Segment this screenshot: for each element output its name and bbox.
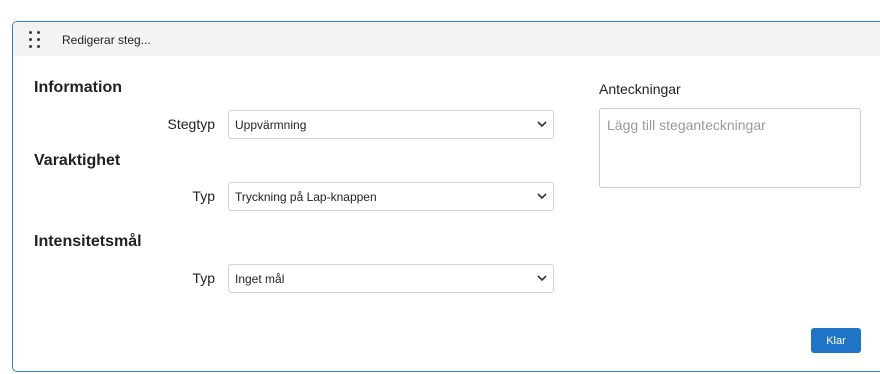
intensity-type-value: Inget mål (235, 272, 285, 286)
done-button[interactable]: Klar (811, 328, 861, 353)
duration-type-value: Tryckning på Lap-knappen (235, 190, 377, 204)
intensity-type-select[interactable]: Inget mål (228, 264, 554, 293)
header-title: Redigerar steg... (62, 33, 151, 47)
notes-label: Anteckningar (599, 81, 681, 97)
step-type-value: Uppvärmning (235, 118, 307, 132)
drag-handle-icon[interactable] (29, 31, 43, 49)
duration-type-label: Typ (192, 188, 215, 204)
step-type-select[interactable]: Uppvärmning (228, 110, 554, 139)
section-heading-intensity: Intensitetsmål (34, 233, 142, 250)
step-editor-panel: Redigerar steg... Information Stegtyp Up… (12, 21, 880, 372)
chevron-down-icon (537, 121, 547, 128)
chevron-down-icon (537, 193, 547, 200)
step-type-label: Stegtyp (167, 116, 215, 132)
section-heading-information: Information (34, 79, 122, 96)
section-heading-duration: Varaktighet (34, 152, 121, 169)
duration-type-select[interactable]: Tryckning på Lap-knappen (228, 182, 554, 211)
notes-textarea[interactable] (599, 108, 861, 188)
step-editor-header: Redigerar steg... (13, 22, 880, 56)
intensity-type-label: Typ (192, 270, 215, 286)
chevron-down-icon (537, 275, 547, 282)
